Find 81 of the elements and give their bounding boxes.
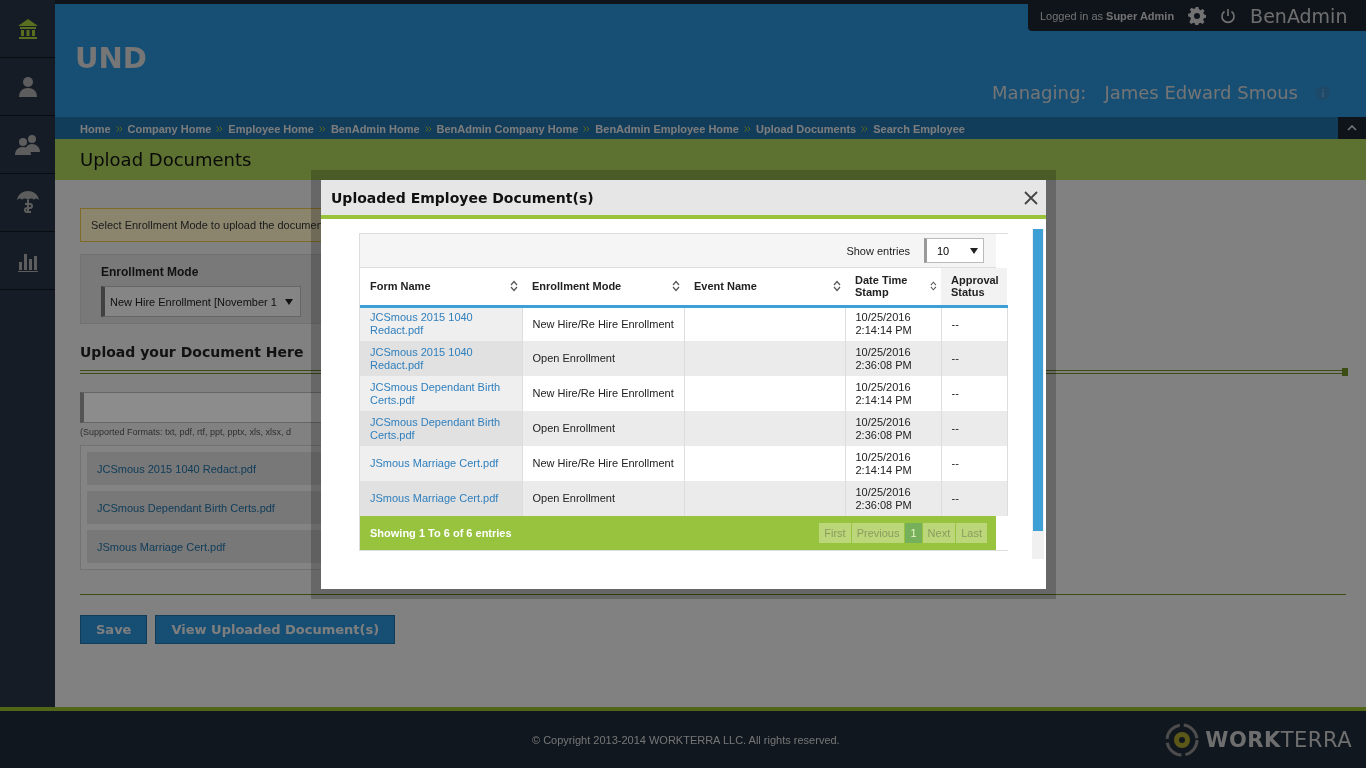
enrollment-mode-label: Enrollment Mode — [101, 265, 200, 279]
column-label: Event Name — [694, 280, 757, 293]
table-cell: Open Enrollment — [522, 341, 684, 376]
umbrella-dollar-icon — [15, 189, 40, 216]
document-link[interactable]: JCSmous Dependant Birth Certs.pdf — [370, 380, 512, 407]
settings-icon[interactable] — [1188, 6, 1207, 25]
managed-employee-name: James Edward Smous — [1104, 82, 1298, 103]
power-icon[interactable] — [1220, 7, 1237, 24]
sort-icon[interactable] — [510, 280, 518, 293]
document-link[interactable]: JCSmous 2015 1040 Redact.pdf — [370, 345, 512, 372]
sort-icon[interactable] — [930, 280, 937, 293]
double-chevron-icon — [318, 125, 326, 132]
entries-select[interactable]: 10 — [924, 238, 984, 263]
document-link[interactable]: JCSmous Dependant Birth Certs.pdf — [370, 415, 512, 442]
breadcrumb-link[interactable]: Company Home — [127, 123, 212, 135]
people-icon — [13, 133, 42, 156]
modal-title: Uploaded Employee Document(s) — [331, 189, 594, 206]
home-icon — [16, 17, 39, 40]
logo-icon — [1165, 722, 1200, 757]
enrollment-mode-select[interactable]: New Hire Enrollment [November 1 — [101, 286, 301, 317]
table-cell: Open Enrollment — [522, 481, 684, 516]
breadcrumb-link[interactable]: Upload Documents — [755, 123, 857, 135]
copyright-text: © Copyright 2013-2014 WORKTERRA LLC. All rights reserved. — [532, 733, 840, 746]
pagination-button[interactable]: 1 — [905, 523, 922, 543]
caret-icon — [970, 247, 978, 254]
upload-heading: Upload your Document Here — [80, 344, 304, 360]
breadcrumb-link[interactable]: BenAdmin Employee Home — [595, 123, 739, 135]
save-button[interactable]: Save — [80, 615, 148, 644]
column-label: Enrollment Mode — [532, 280, 622, 293]
document-link[interactable]: JSmous Marriage Cert.pdf — [370, 492, 512, 505]
breadcrumb-link[interactable]: BenAdmin Home — [330, 123, 420, 135]
document-link[interactable]: JCSmous 2015 1040 Redact.pdf — [370, 311, 512, 338]
column-label: Form Name — [370, 280, 431, 293]
company-title: UND — [75, 41, 147, 77]
table-cell: 10/25/2016 2:36:08 PM — [845, 411, 941, 446]
show-entries-label: Show entries — [846, 244, 910, 257]
entries-info: Showing 1 To 6 of 6 entries — [370, 527, 512, 539]
managing-label: Managing: — [992, 82, 1087, 103]
person-icon — [16, 75, 39, 98]
caret-icon — [285, 298, 293, 305]
table-cell: New Hire/Re Hire Enrollment — [522, 306, 684, 341]
login-status: Logged in as Super Admin — [1040, 9, 1175, 22]
table-cell: -- — [941, 481, 1007, 516]
breadcrumb-link[interactable]: Home — [80, 123, 111, 135]
table-cell: -- — [941, 376, 1007, 411]
table-cell: 10/25/2016 2:14:14 PM — [845, 376, 941, 411]
column-header[interactable]: Date Time Stamp — [845, 268, 941, 306]
brand-name: WORKTERRA — [1205, 727, 1352, 752]
collapse-button[interactable] — [1338, 117, 1366, 139]
table-cell: 10/25/2016 2:36:08 PM — [845, 481, 941, 516]
table-cell: 10/25/2016 2:14:14 PM — [845, 306, 941, 341]
breadcrumb-link[interactable]: Employee Home — [228, 123, 314, 135]
sort-icon[interactable] — [833, 280, 841, 293]
page-title: Upload Documents — [80, 149, 252, 170]
table-cell: -- — [941, 446, 1007, 481]
double-chevron-icon — [583, 125, 591, 132]
table-cell: -- — [941, 411, 1007, 446]
double-chevron-icon — [216, 125, 224, 132]
close-button[interactable] — [1022, 188, 1040, 207]
app-name: BenAdmin — [1250, 4, 1348, 27]
supported-formats-note: (Supported Formats: txt, pdf, rtf, ppt, pptx, xls, xlsx, d — [80, 427, 292, 437]
view-documents-button[interactable]: View Uploaded Document(s) — [155, 615, 396, 644]
document-link[interactable]: JSmous Marriage Cert.pdf — [370, 457, 512, 470]
column-label: Date Time Stamp — [855, 274, 909, 299]
table-cell: 10/25/2016 2:14:14 PM — [845, 446, 941, 481]
double-chevron-icon — [743, 125, 751, 132]
table-cell: 10/25/2016 2:36:08 PM — [845, 341, 941, 376]
breadcrumb-link[interactable]: BenAdmin Company Home — [436, 123, 579, 135]
breadcrumb-link[interactable]: Search Employee — [873, 123, 965, 135]
double-chevron-icon — [115, 125, 123, 132]
chevron-up-icon — [1347, 125, 1357, 131]
scrollbar[interactable] — [1032, 229, 1044, 559]
double-chevron-icon — [861, 125, 869, 132]
sort-icon[interactable] — [672, 280, 680, 293]
table-cell: -- — [941, 341, 1007, 376]
table-cell: -- — [941, 306, 1007, 341]
column-label: Approval Status — [951, 274, 1000, 299]
double-chevron-icon — [424, 125, 432, 132]
table-cell: New Hire/Re Hire Enrollment — [522, 446, 684, 481]
table-cell: Open Enrollment — [522, 411, 684, 446]
table-cell: New Hire/Re Hire Enrollment — [522, 376, 684, 411]
